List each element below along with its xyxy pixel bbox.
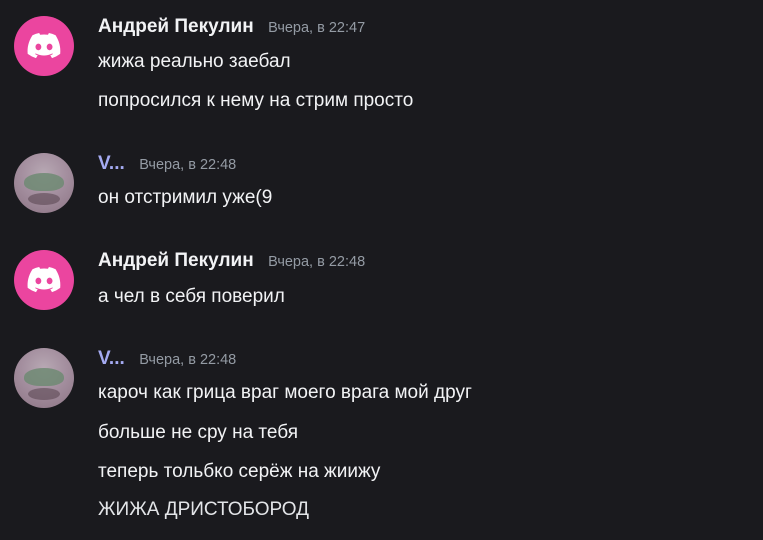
message-header: V... Вчера, в 22:48	[98, 348, 236, 374]
avatar-photo-detail	[28, 388, 60, 400]
timestamp[interactable]: Вчера, в 22:48	[268, 254, 365, 270]
username[interactable]: Андрей Пекулин	[98, 250, 254, 271]
discord-icon	[27, 267, 61, 293]
message-text: ЖИЖА ДРИСТОБОРОД	[98, 499, 310, 520]
avatar[interactable]	[14, 153, 74, 213]
message-text: а чел в себя поверил	[98, 286, 285, 307]
avatar[interactable]	[14, 250, 74, 310]
message-text: жижа реально заебал	[98, 51, 291, 72]
message-header: Андрей Пекулин Вчера, в 22:47	[98, 16, 365, 42]
timestamp[interactable]: Вчера, в 22:48	[139, 157, 236, 173]
message-header: Андрей Пекулин Вчера, в 22:48	[98, 250, 365, 276]
message-text: он отстримил уже(9	[98, 187, 273, 208]
message-text: больше не сру на тебя	[98, 422, 299, 443]
message-text: кароч как грица враг моего врага мой дру…	[98, 382, 472, 403]
username[interactable]: V...	[98, 153, 125, 174]
avatar-photo	[24, 368, 64, 386]
discord-icon	[27, 33, 61, 59]
message-text: попросился к нему на стрим просто	[98, 90, 414, 111]
avatar-photo	[24, 173, 64, 191]
message-text: теперь тольбко серёж на жиижу	[98, 461, 381, 482]
username[interactable]: Андрей Пекулин	[98, 16, 254, 37]
username[interactable]: V...	[98, 348, 125, 369]
timestamp[interactable]: Вчера, в 22:47	[268, 20, 365, 36]
message-header: V... Вчера, в 22:48	[98, 153, 236, 179]
avatar[interactable]	[14, 348, 74, 408]
avatar-photo-detail	[28, 193, 60, 205]
avatar[interactable]	[14, 16, 74, 76]
timestamp[interactable]: Вчера, в 22:48	[139, 352, 236, 368]
